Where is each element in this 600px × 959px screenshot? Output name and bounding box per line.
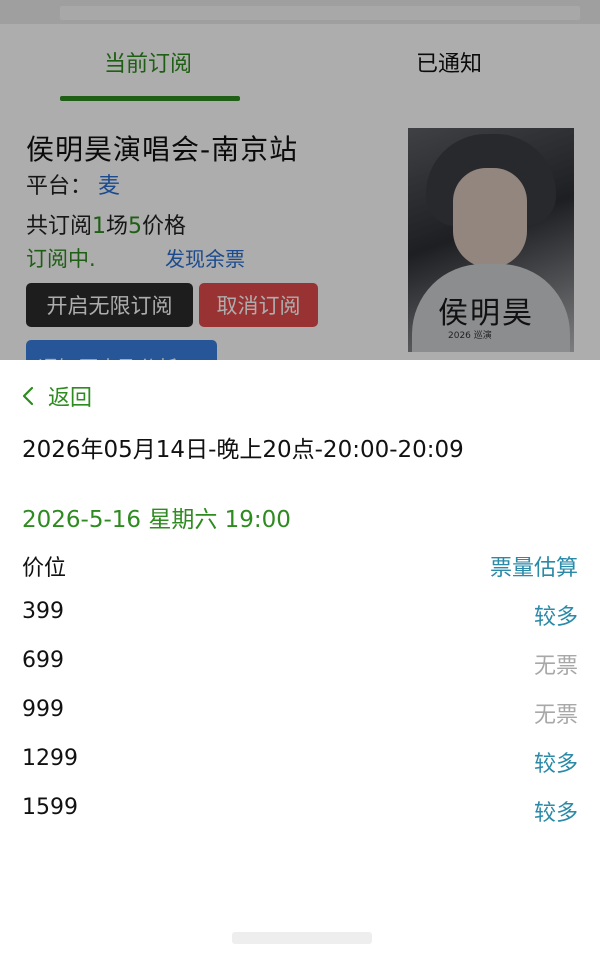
row-price: 1299 bbox=[22, 746, 78, 771]
table-row: 699 无票 bbox=[0, 648, 600, 679]
row-price: 999 bbox=[22, 697, 64, 722]
ticket-detail-sheet: 返回 2026年05月14日-晚上20点-20:00-20:09 2026-5-… bbox=[0, 360, 600, 959]
row-price: 699 bbox=[22, 648, 64, 673]
table-row: 999 无票 bbox=[0, 697, 600, 728]
back-button[interactable]: 返回 bbox=[20, 380, 92, 412]
back-label: 返回 bbox=[48, 386, 93, 411]
subscription-page: 当前订阅 已通知 侯明昊演唱会-南京站 平台：麦 共订阅1场5价格 订阅中. 发… bbox=[0, 0, 600, 370]
chevron-left-icon bbox=[22, 386, 34, 406]
table-header: 价位 票量估算 bbox=[0, 550, 600, 581]
row-stock: 较多 bbox=[533, 752, 578, 777]
session-date: 2026-5-16 星期六 19:00 bbox=[22, 507, 291, 533]
row-price: 1599 bbox=[22, 795, 78, 820]
row-stock: 无票 bbox=[533, 654, 578, 679]
col-estimate-header: 票量估算 bbox=[489, 556, 578, 581]
notification-time-slot: 2026年05月14日-晚上20点-20:00-20:09 bbox=[22, 437, 464, 463]
row-stock: 无票 bbox=[533, 703, 578, 728]
table-row: 399 较多 bbox=[0, 599, 600, 630]
row-stock: 较多 bbox=[533, 801, 578, 826]
table-row: 1599 较多 bbox=[0, 795, 600, 826]
row-stock: 较多 bbox=[533, 605, 578, 630]
modal-overlay[interactable] bbox=[0, 0, 600, 360]
watermark-strip bbox=[232, 932, 372, 944]
row-price: 399 bbox=[22, 599, 64, 624]
table-row: 1299 较多 bbox=[0, 746, 600, 777]
col-price-header: 价位 bbox=[22, 556, 67, 581]
